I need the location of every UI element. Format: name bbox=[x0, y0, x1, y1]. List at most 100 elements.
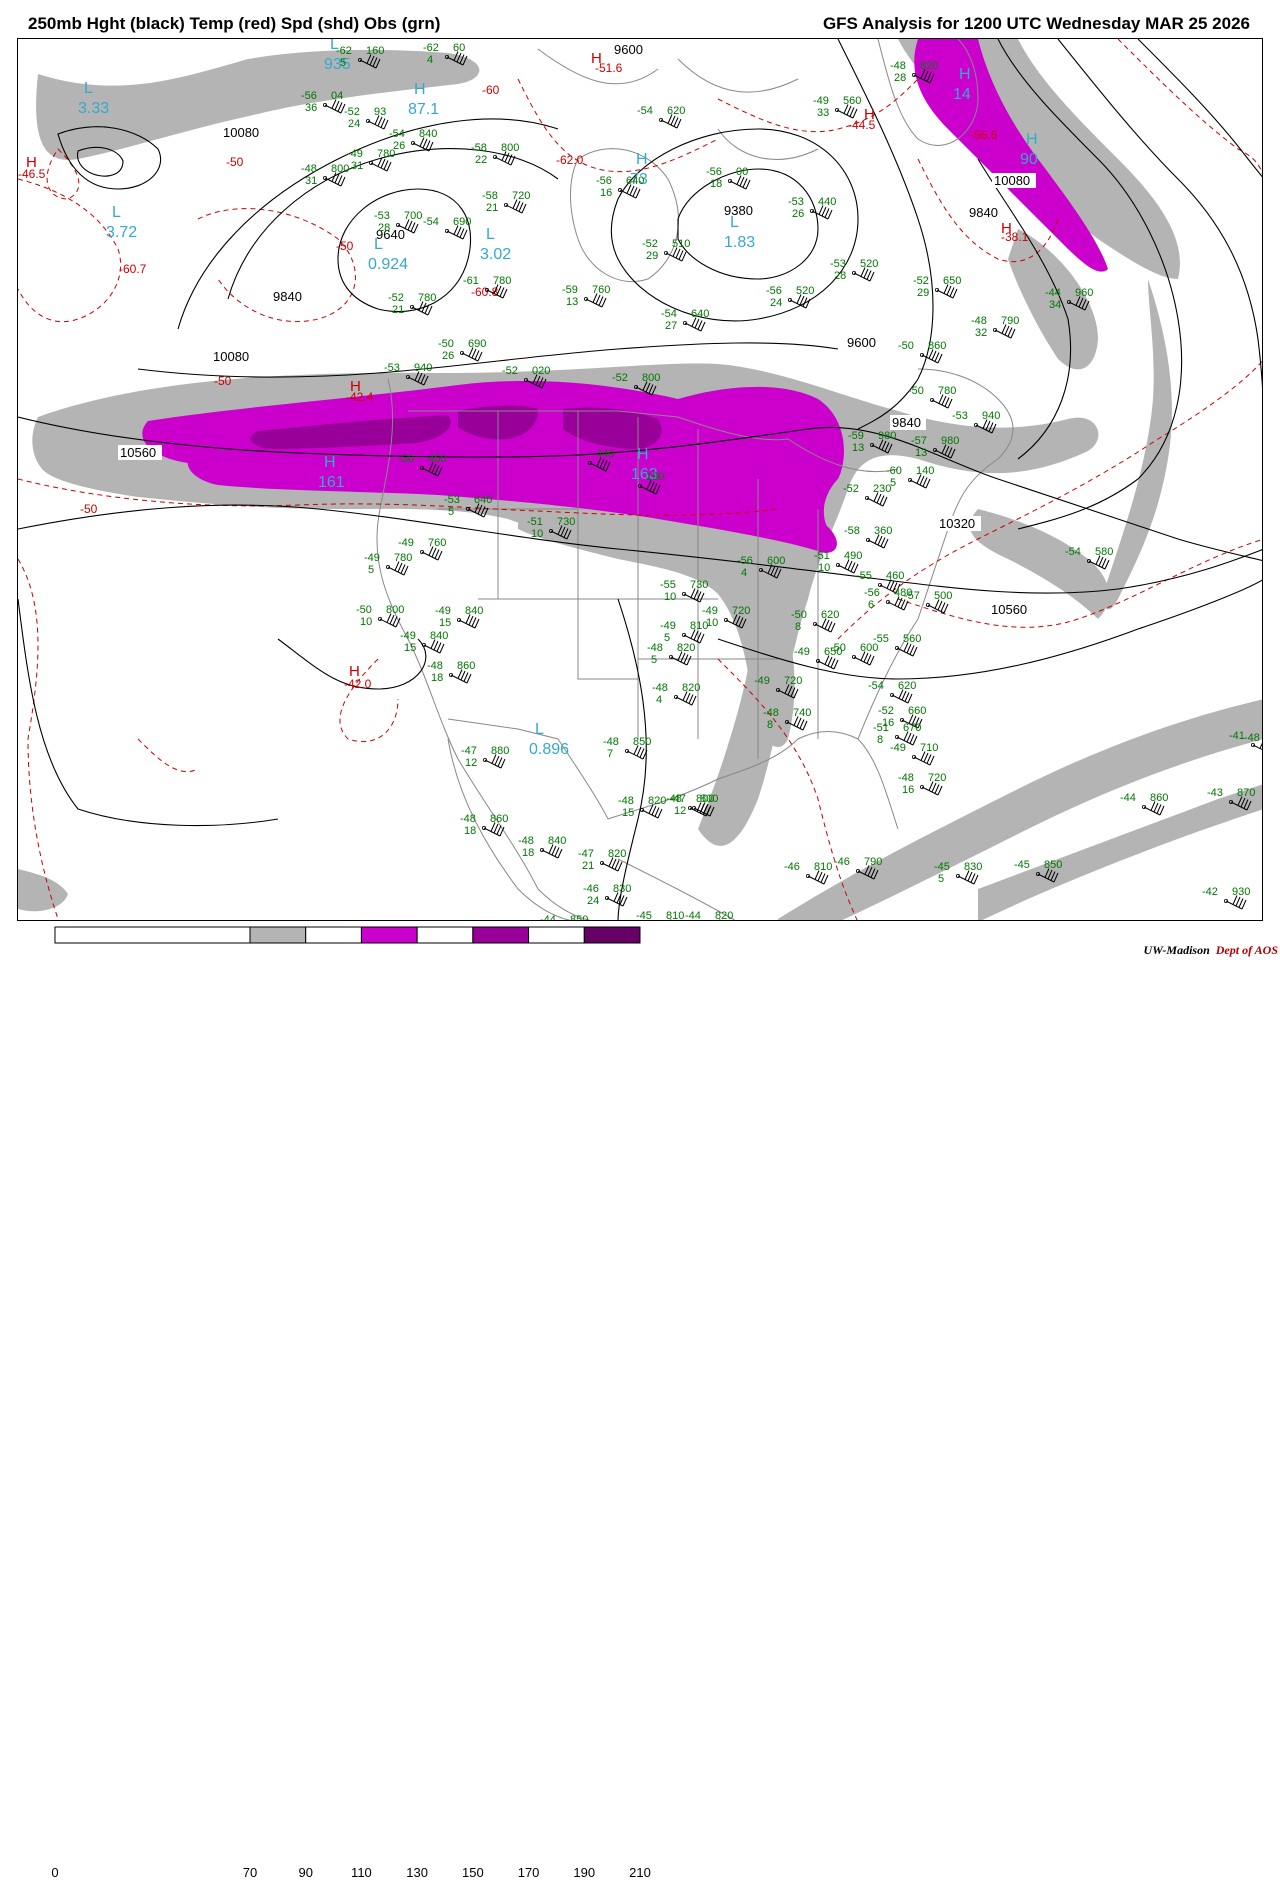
obs-temperature: -56 bbox=[596, 175, 612, 187]
obs-dewpoint: 10 bbox=[360, 616, 372, 628]
obs-temperature: -49 bbox=[890, 742, 906, 754]
obs-temperature: -52 bbox=[388, 292, 404, 304]
observation: -46 810 bbox=[784, 861, 832, 885]
legend-band bbox=[360, 926, 418, 944]
obs-height: 670 bbox=[903, 722, 921, 734]
height-label: 10560 bbox=[120, 445, 156, 460]
obs-height: 930 bbox=[1232, 886, 1250, 898]
center-value: 161 bbox=[318, 474, 345, 491]
obs-dewpoint: 15 bbox=[622, 807, 634, 819]
center-letter: L bbox=[730, 214, 739, 231]
obs-temperature: -48 bbox=[460, 813, 476, 825]
obs-temperature: -52 bbox=[878, 705, 894, 717]
obs-height: 840 bbox=[548, 835, 566, 847]
legend-tick-label: 0 bbox=[51, 1865, 59, 1880]
obs-dewpoint: 15 bbox=[439, 617, 451, 629]
obs-temperature: -48 bbox=[898, 772, 914, 784]
temperature-label: -56.6 bbox=[970, 128, 998, 142]
obs-height: 940 bbox=[414, 362, 432, 374]
obs-dewpoint: 24 bbox=[348, 118, 360, 130]
center-value: 0.924 bbox=[368, 256, 408, 273]
obs-dewpoint: 31 bbox=[351, 160, 363, 172]
center-value: 0.896 bbox=[529, 741, 569, 758]
height-label: 10080 bbox=[223, 125, 259, 140]
legend-tick-label: 70 bbox=[242, 1865, 258, 1880]
red-h-marker: H bbox=[349, 663, 360, 680]
observation: -52 510 29 bbox=[642, 238, 690, 262]
height-label: 9600 bbox=[614, 42, 643, 57]
center-value: 935 bbox=[324, 56, 351, 73]
obs-temperature: -46 bbox=[784, 861, 800, 873]
obs-height: 820 bbox=[920, 60, 938, 72]
obs-temperature: -57 bbox=[904, 590, 920, 602]
obs-dewpoint: 15 bbox=[404, 642, 416, 654]
obs-height: 780 bbox=[938, 385, 956, 397]
obs-height: 780 bbox=[377, 148, 395, 160]
center-value: 3.02 bbox=[480, 246, 511, 263]
obs-temperature: -56 bbox=[864, 587, 880, 599]
observation: -58 360 bbox=[844, 525, 892, 549]
hudson-bay bbox=[570, 148, 679, 283]
obs-height: 840 bbox=[430, 630, 448, 642]
legend-band bbox=[249, 926, 307, 944]
observation: -52 93 24 bbox=[344, 106, 389, 130]
obs-temperature: -49 bbox=[660, 620, 676, 632]
obs-temperature: -52 bbox=[502, 365, 518, 377]
height-label: 9600 bbox=[847, 335, 876, 350]
obs-temperature: -53 bbox=[830, 258, 846, 270]
obs-temperature: -54 bbox=[389, 128, 405, 140]
obs-height: 700 bbox=[404, 210, 422, 222]
obs-temperature: -45 bbox=[1014, 859, 1030, 871]
height-label: 10320 bbox=[939, 516, 975, 531]
obs-temperature: -55 bbox=[873, 633, 889, 645]
obs-temperature: -48 bbox=[652, 682, 668, 694]
center-letter: L bbox=[374, 236, 383, 253]
temperature-label: -50 bbox=[214, 374, 232, 388]
obs-temperature: -52 bbox=[344, 106, 360, 118]
obs-height: 740 bbox=[793, 707, 811, 719]
obs-height: 640 bbox=[474, 494, 492, 506]
observation: -48 820 4 bbox=[652, 682, 700, 706]
obs-height: 600 bbox=[767, 555, 785, 567]
obs-height: 710 bbox=[920, 742, 938, 754]
obs-dewpoint: 27 bbox=[665, 320, 677, 332]
obs-temperature: -51 bbox=[814, 550, 830, 562]
speed-band-70-90-pacific bbox=[18, 869, 68, 912]
observation: -56 00 18 bbox=[706, 166, 751, 190]
temperature-label: -62.0 bbox=[556, 153, 584, 167]
observation: -48 860 18 bbox=[460, 813, 508, 837]
red-h-marker: H bbox=[864, 106, 875, 123]
obs-temperature: -50 bbox=[908, 385, 924, 397]
obs-height: 800 bbox=[642, 372, 660, 384]
obs-height: 820 bbox=[677, 642, 695, 654]
obs-height: 660 bbox=[908, 705, 926, 717]
obs-temperature: -49 bbox=[702, 605, 718, 617]
obs-dewpoint: 16 bbox=[902, 784, 914, 796]
obs-temperature: -48 bbox=[1244, 732, 1260, 744]
obs-temperature: -53 bbox=[444, 494, 460, 506]
obs-height: 450 bbox=[428, 453, 446, 465]
obs-height: 840 bbox=[419, 128, 437, 140]
obs-dewpoint: 29 bbox=[917, 287, 929, 299]
obs-dewpoint: 18 bbox=[431, 672, 443, 684]
obs-height: 840 bbox=[465, 605, 483, 617]
obs-height: 820 bbox=[648, 795, 666, 807]
red-h-marker: H bbox=[26, 154, 37, 171]
obs-temperature: -48 bbox=[301, 163, 317, 175]
obs-height: 160 bbox=[366, 45, 384, 57]
obs-temperature: -56 bbox=[706, 166, 722, 178]
obs-height: 850 bbox=[633, 736, 651, 748]
obs-height: 860 bbox=[928, 340, 946, 352]
obs-height: 360 bbox=[874, 525, 892, 537]
obs-temperature: -44 bbox=[1045, 287, 1061, 299]
center-value: 3.33 bbox=[78, 100, 109, 117]
height-contour-14 bbox=[18, 598, 279, 827]
obs-temperature: -50 bbox=[438, 338, 454, 350]
observation: -52 780 21 bbox=[388, 292, 436, 316]
obs-height: 230 bbox=[873, 483, 891, 495]
obs-height: 780 bbox=[493, 275, 511, 287]
obs-height: 720 bbox=[732, 605, 750, 617]
obs-height: 760 bbox=[592, 284, 610, 296]
obs-dewpoint: 8 bbox=[795, 621, 801, 633]
center-value: 90 bbox=[1020, 151, 1038, 168]
